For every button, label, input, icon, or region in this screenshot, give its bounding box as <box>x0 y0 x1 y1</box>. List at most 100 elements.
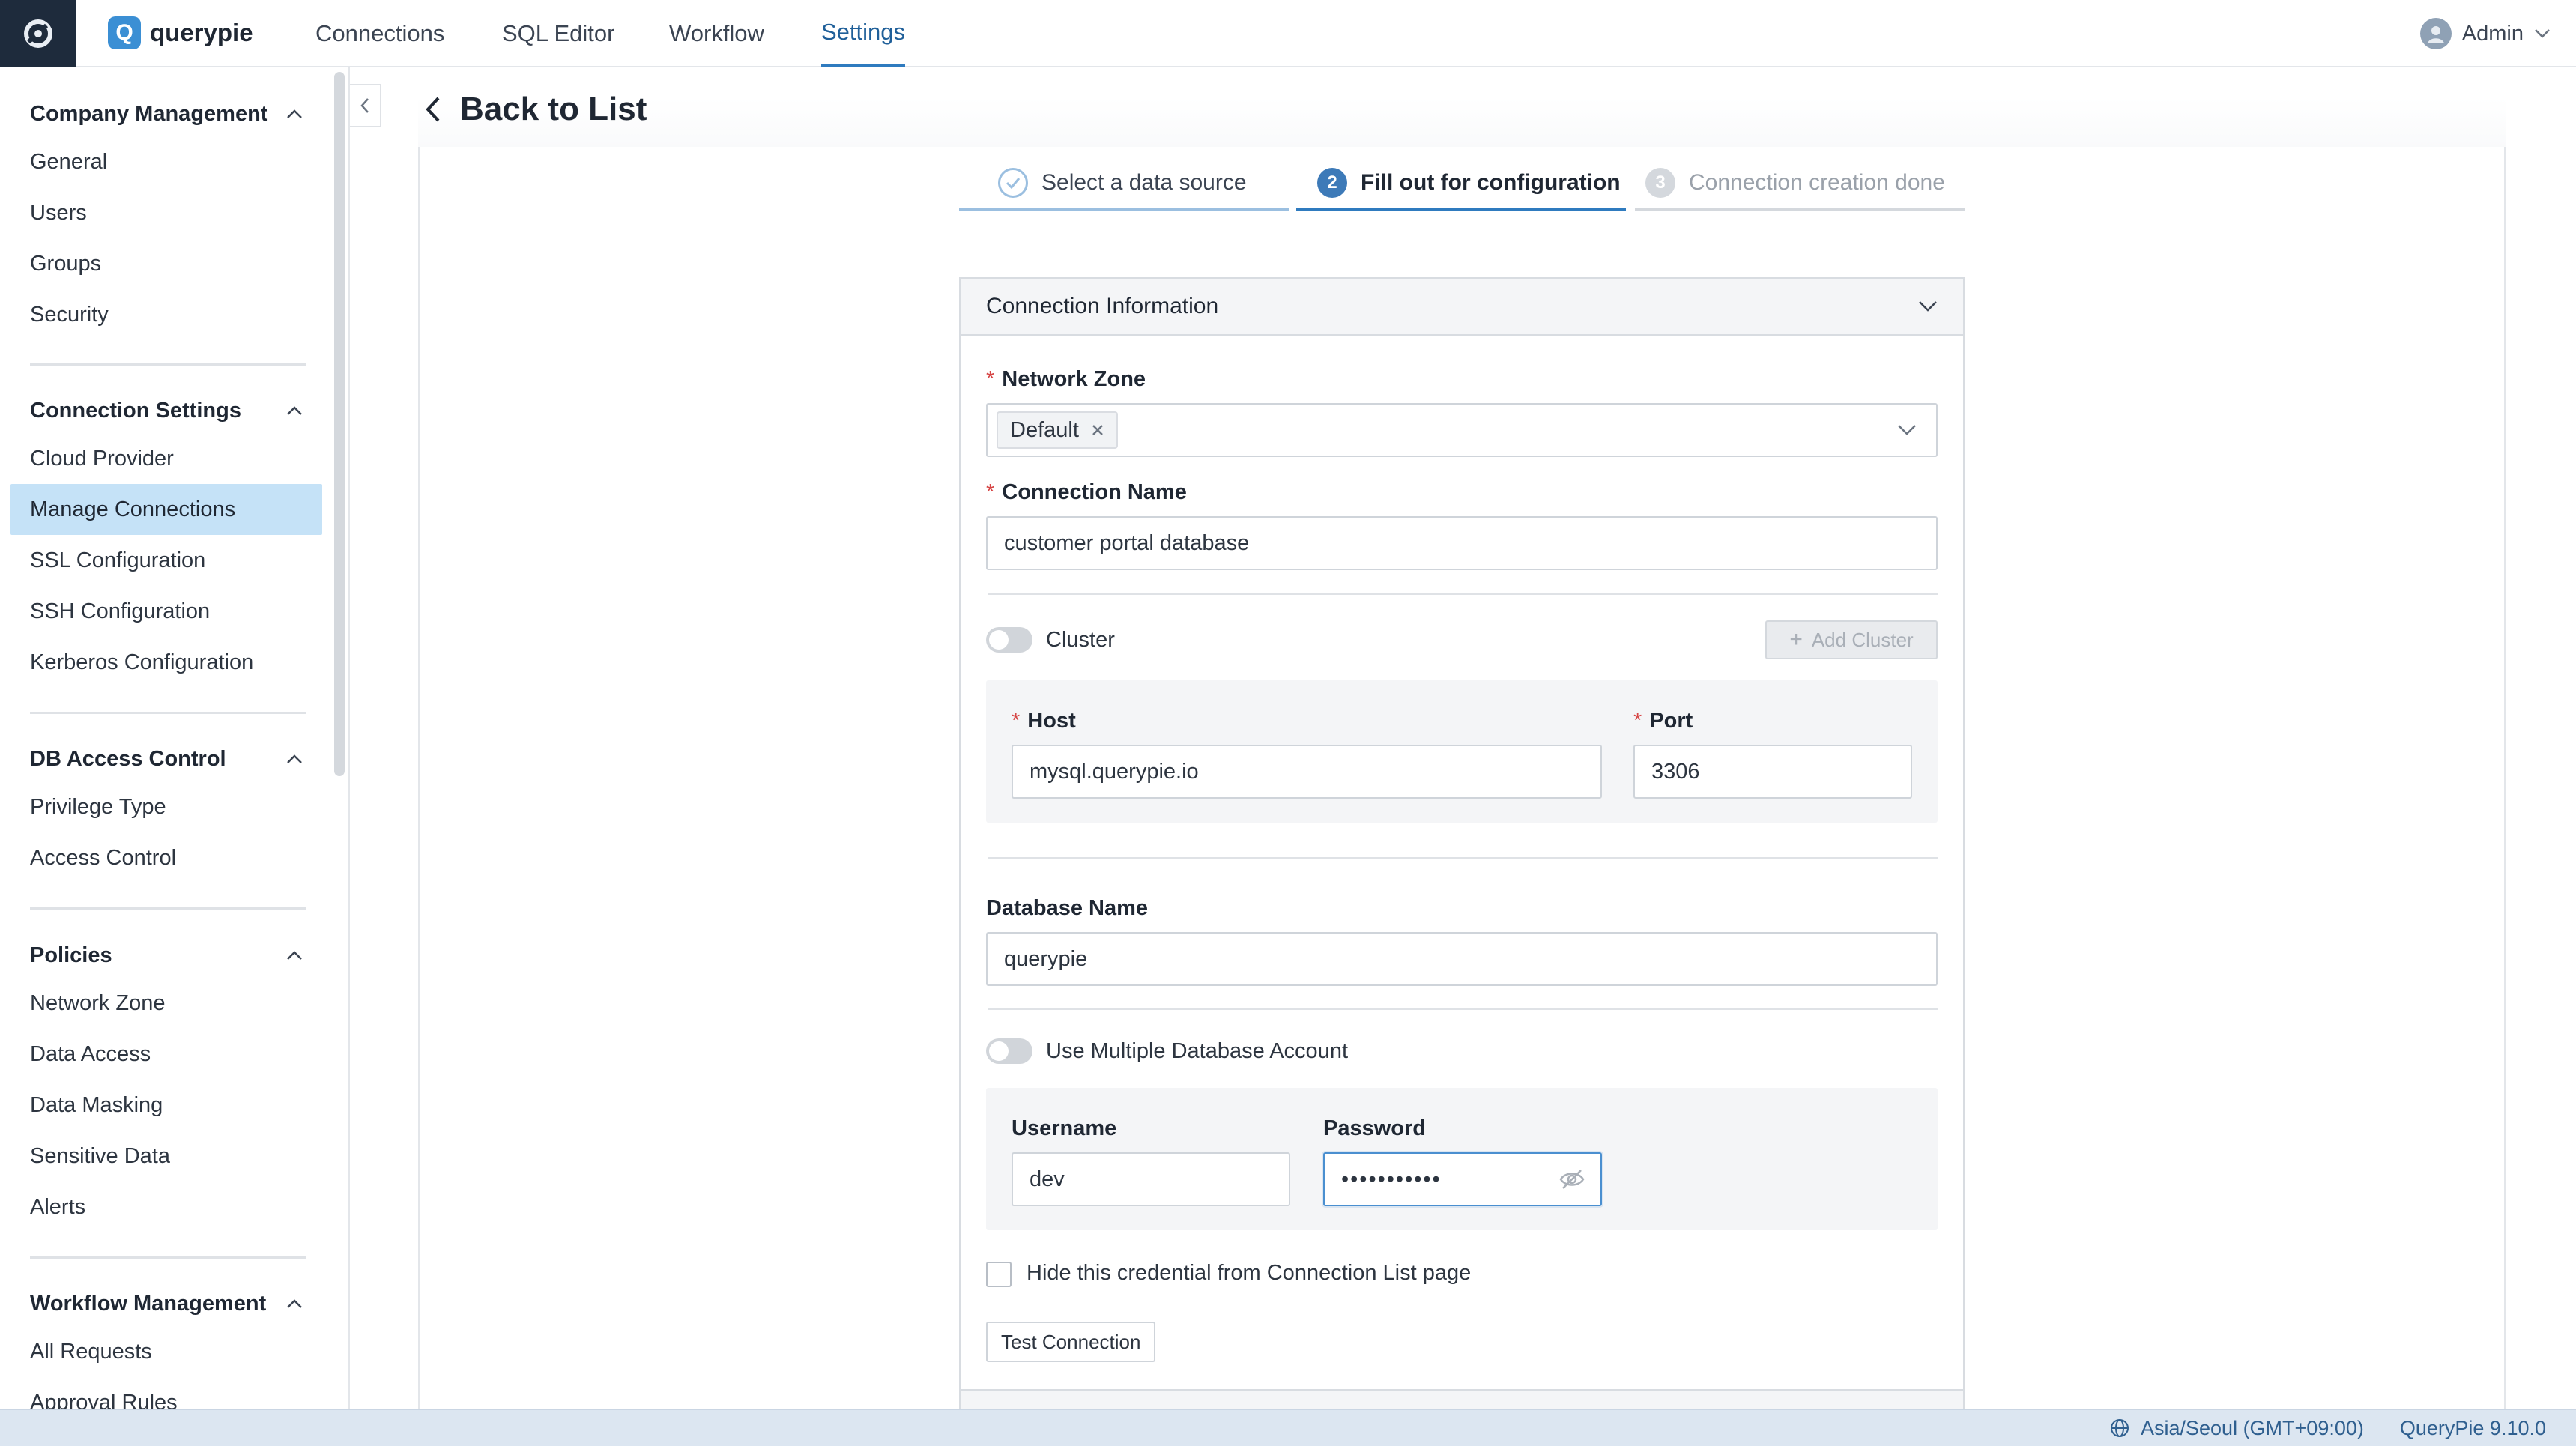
plus-icon: + <box>1789 627 1803 652</box>
status-bar: Asia/Seoul (GMT+09:00) QueryPie 9.10.0 <box>0 1409 2576 1446</box>
sidebar-group-header[interactable]: Company Management <box>0 91 322 136</box>
username-input[interactable]: dev <box>1012 1152 1290 1206</box>
sidebar-group-title: Workflow Management <box>30 1291 267 1316</box>
top-navigation-bar: Q querypie Connections SQL Editor Workfl… <box>0 0 2576 67</box>
chevron-up-icon <box>287 406 302 415</box>
brand[interactable]: Q querypie <box>108 13 253 52</box>
nav-tab-connections[interactable]: Connections <box>315 0 444 67</box>
sidebar-item-groups[interactable]: Groups <box>0 238 322 289</box>
step-label: Select a data source <box>1041 170 1247 195</box>
host-label: * Host <box>1012 709 1076 733</box>
chevron-up-icon <box>287 109 302 118</box>
sidebar-item-alerts[interactable]: Alerts <box>0 1182 322 1232</box>
chevron-left-icon <box>426 97 440 122</box>
user-menu[interactable]: Admin <box>2419 15 2551 52</box>
sidebar-item-ssl-configuration[interactable]: SSL Configuration <box>0 535 322 586</box>
version-label: QueryPie 9.10.0 <box>2399 1416 2546 1439</box>
sidebar-item-network-zone[interactable]: Network Zone <box>0 978 322 1029</box>
cluster-toggle[interactable] <box>986 627 1032 653</box>
sidebar-item-general[interactable]: General <box>0 136 322 187</box>
multiple-account-label: Use Multiple Database Account <box>1046 1039 1348 1063</box>
sidebar-group-header[interactable]: DB Access Control <box>0 736 322 781</box>
sidebar-group-policies: Policies Network Zone Data Access Data M… <box>0 933 322 1232</box>
chevron-down-icon <box>1898 425 1916 435</box>
eye-off-icon[interactable] <box>1558 1168 1585 1191</box>
sidebar-divider <box>30 907 306 910</box>
check-icon <box>998 168 1028 198</box>
sidebar-item-privilege-type[interactable]: Privilege Type <box>0 781 322 832</box>
globe-icon <box>2110 1419 2129 1437</box>
step-number: 2 <box>1317 168 1347 198</box>
connection-name-label: * Connection Name <box>986 480 1187 504</box>
chevron-up-icon <box>287 951 302 960</box>
sidebar-group-workflow-management: Workflow Management All Requests Approva… <box>0 1281 322 1409</box>
sidebar-item-cloud-provider[interactable]: Cloud Provider <box>0 433 322 484</box>
close-icon[interactable] <box>1091 423 1104 437</box>
divider <box>988 1008 1938 1010</box>
divider <box>988 593 1938 595</box>
sidebar-group-title: Policies <box>30 943 112 967</box>
sidebar-group-title: Connection Settings <box>30 398 241 423</box>
nav-tab-workflow[interactable]: Workflow <box>669 0 764 67</box>
multiple-account-toggle[interactable] <box>986 1038 1032 1064</box>
connection-information-header[interactable]: Connection Information <box>961 279 1963 336</box>
credential-group: Username dev Password ••••••••••• <box>986 1088 1938 1230</box>
sidebar-item-data-masking[interactable]: Data Masking <box>0 1080 322 1131</box>
test-connection-button[interactable]: Test Connection <box>986 1322 1156 1362</box>
add-cluster-button[interactable]: + Add Cluster <box>1765 620 1938 659</box>
port-input[interactable]: 3306 <box>1633 745 1912 799</box>
sidebar-scrollbar[interactable] <box>334 72 345 776</box>
sidebar-item-access-control[interactable]: Access Control <box>0 832 322 883</box>
sidebar-group-header[interactable]: Workflow Management <box>0 1281 322 1326</box>
user-name: Admin <box>2461 21 2524 46</box>
host-input[interactable]: mysql.querypie.io <box>1012 745 1602 799</box>
sidebar-item-all-requests[interactable]: All Requests <box>0 1326 322 1377</box>
sidebar-item-security[interactable]: Security <box>0 289 322 340</box>
avatar <box>2419 18 2452 49</box>
step-label: Fill out for configuration <box>1361 170 1621 195</box>
nav-tab-sql-editor[interactable]: SQL Editor <box>502 0 614 67</box>
collapse-sidebar-button[interactable] <box>350 84 381 127</box>
nav-tab-settings[interactable]: Settings <box>821 0 906 67</box>
chevron-up-icon <box>287 1299 302 1308</box>
sidebar-item-ssh-configuration[interactable]: SSH Configuration <box>0 586 322 637</box>
sidebar: Company Management General Users Groups … <box>0 67 350 1409</box>
database-name-label: Database Name <box>986 896 1148 920</box>
sidebar-item-approval-rules[interactable]: Approval Rules <box>0 1377 322 1409</box>
sidebar-group-header[interactable]: Policies <box>0 933 322 978</box>
sidebar-divider <box>30 1256 306 1259</box>
app-logo-icon[interactable] <box>0 0 76 67</box>
sidebar-group-company-management: Company Management General Users Groups … <box>0 91 322 340</box>
sidebar-item-kerberos-configuration[interactable]: Kerberos Configuration <box>0 637 322 688</box>
chevron-left-icon <box>360 98 369 113</box>
sidebar-item-sensitive-data[interactable]: Sensitive Data <box>0 1131 322 1182</box>
sidebar-group-header[interactable]: Connection Settings <box>0 388 322 433</box>
password-label: Password <box>1323 1116 1426 1140</box>
host-port-group: * Host mysql.querypie.io * Port 3306 <box>986 680 1938 823</box>
step-fill-configuration[interactable]: 2 Fill out for configuration <box>1296 157 1626 211</box>
sidebar-item-manage-connections[interactable]: Manage Connections <box>10 484 322 535</box>
chevron-down-icon <box>2535 29 2550 38</box>
divider <box>988 857 1938 859</box>
password-value: ••••••••••• <box>1341 1167 1442 1191</box>
network-zone-tag: Default <box>997 411 1118 449</box>
sidebar-item-data-access[interactable]: Data Access <box>0 1029 322 1080</box>
network-zone-select[interactable]: Default <box>986 403 1938 457</box>
sidebar-divider <box>30 363 306 366</box>
back-to-list-link[interactable]: Back to List <box>424 87 647 132</box>
timezone-indicator[interactable]: Asia/Seoul (GMT+09:00) <box>2109 1417 2364 1440</box>
network-zone-label: * Network Zone <box>986 367 1146 391</box>
step-creation-done: 3 Connection creation done <box>1635 157 1965 211</box>
connection-name-input[interactable]: customer portal database <box>986 516 1938 570</box>
chevron-down-icon <box>1919 301 1937 312</box>
hide-credential-checkbox[interactable] <box>986 1262 1012 1287</box>
database-name-input[interactable]: querypie <box>986 932 1938 986</box>
panel-header-shade <box>418 97 2506 148</box>
sidebar-item-users[interactable]: Users <box>0 187 322 238</box>
username-label: Username <box>1012 1116 1117 1140</box>
step-select-data-source[interactable]: Select a data source <box>959 157 1289 211</box>
back-to-list-label: Back to List <box>460 91 647 127</box>
sidebar-group-title: DB Access Control <box>30 746 226 771</box>
sidebar-group-db-access-control: DB Access Control Privilege Type Access … <box>0 736 322 883</box>
password-input[interactable]: ••••••••••• <box>1323 1152 1602 1206</box>
